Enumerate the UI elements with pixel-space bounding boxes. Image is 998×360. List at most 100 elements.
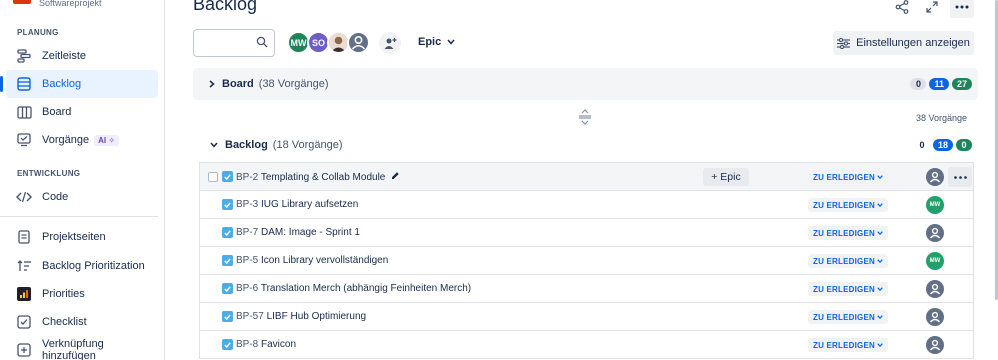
issue-key[interactable]: BP-7 xyxy=(236,227,258,238)
status-dropdown[interactable]: ZU ERLEDIGEN xyxy=(808,198,888,212)
status-label: ZU ERLEDIGEN xyxy=(813,312,875,322)
status-dropdown[interactable]: ZU ERLEDIGEN xyxy=(808,226,888,240)
fullscreen-button[interactable] xyxy=(920,0,944,18)
unassigned-avatar[interactable] xyxy=(926,224,944,242)
issue-summary[interactable]: IUG Library aufsetzen xyxy=(261,199,358,210)
task-icon xyxy=(222,339,233,350)
add-people-button[interactable] xyxy=(379,32,401,54)
assignee-avatar[interactable]: MW xyxy=(926,196,944,214)
task-icon xyxy=(222,199,233,210)
sidebar-item-label: Zeitleiste xyxy=(42,50,87,62)
unassigned-avatar[interactable] xyxy=(926,336,944,354)
add-epic-button[interactable]: + Epic xyxy=(703,168,749,186)
issue-key[interactable]: BP-8 xyxy=(236,339,258,350)
task-icon xyxy=(222,227,233,238)
board-title: Board xyxy=(222,78,254,90)
issue-summary[interactable]: Templating & Collab Module xyxy=(261,172,386,183)
chevron-down-icon xyxy=(877,287,883,291)
issue-summary[interactable]: Icon Library vervollständigen xyxy=(261,255,388,266)
backlog-count: (18 Vorgänge) xyxy=(272,139,343,151)
issues-icon xyxy=(16,132,32,148)
unassigned-avatar[interactable] xyxy=(926,280,944,298)
issue-key[interactable]: BP-6 xyxy=(236,283,258,294)
sidebar-item-add-link[interactable]: Verknüpfung hinzufügen xyxy=(6,336,158,360)
issue-summary[interactable]: Translation Merch (abhängig Feinheiten M… xyxy=(261,283,471,294)
more-icon xyxy=(953,175,967,179)
issue-key[interactable]: BP-5 xyxy=(236,255,258,266)
view-settings-button[interactable]: Einstellungen anzeigen xyxy=(833,31,974,55)
issue-summary[interactable]: DAM: Image - Sprint 1 xyxy=(261,227,360,238)
issue-summary[interactable]: Favicon xyxy=(261,339,296,350)
sidebar-item-label: Board xyxy=(42,106,72,118)
task-icon xyxy=(222,283,233,294)
avatar-filter: MW SO xyxy=(287,31,370,54)
issue-key[interactable]: BP-3 xyxy=(236,199,258,210)
backlog-icon xyxy=(16,76,32,92)
status-label: ZU ERLEDIGEN xyxy=(813,256,875,266)
issue-key-and-summary: BP-8 Favicon xyxy=(236,339,296,350)
issue-row[interactable]: BP-2 Templating & Collab Module + Epic ZU … xyxy=(200,163,973,191)
backlog-section-header[interactable]: Backlog (18 Vorgänge) xyxy=(210,139,343,151)
avatar-unassigned[interactable] xyxy=(347,31,370,54)
sidebar: Softwareprojekt PLANUNG Zeitleiste Backl… xyxy=(0,0,165,360)
sidebar-item-code[interactable]: Code xyxy=(6,183,158,211)
sidebar-item-timeline[interactable]: Zeitleiste xyxy=(6,42,158,70)
issue-row[interactable]: BP-8 Favicon ZU ERLEDIGEN xyxy=(200,331,973,359)
total-issue-count: 38 Vorgänge xyxy=(915,113,967,123)
board-section-header[interactable]: Board (38 Vorgänge) 0 11 27 xyxy=(193,68,978,100)
count-todo: 0 xyxy=(913,139,930,151)
sidebar-item-checklist[interactable]: Checklist xyxy=(6,308,158,336)
epic-filter-dropdown[interactable]: Epic xyxy=(418,36,455,48)
chevron-down-icon xyxy=(877,259,883,263)
priorities-icon xyxy=(16,286,32,302)
more-actions-button[interactable] xyxy=(950,0,974,18)
status-dropdown[interactable]: ZU ERLEDIGEN xyxy=(808,338,888,352)
sidebar-item-label: Backlog xyxy=(42,78,82,90)
sidebar-item-backlog-prioritization[interactable]: Backlog Prioritization xyxy=(6,252,158,280)
issue-row[interactable]: BP-7 DAM: Image - Sprint 1 ZU ERLEDIGEN xyxy=(200,219,973,247)
backlog-title: Backlog xyxy=(225,139,268,151)
assignee-avatar[interactable]: MW xyxy=(926,252,944,270)
row-more-button[interactable] xyxy=(948,167,972,187)
status-label: ZU ERLEDIGEN xyxy=(813,284,875,294)
issue-row[interactable]: BP-3 IUG Library aufsetzen ZU ERLEDIGEN MW xyxy=(200,191,973,219)
resize-handle[interactable] xyxy=(578,109,592,128)
issue-key[interactable]: BP-2 xyxy=(236,172,258,183)
backlog-status-counts: 0 18 0 xyxy=(913,139,972,151)
status-dropdown[interactable]: ZU ERLEDIGEN xyxy=(808,170,888,184)
sidebar-item-board[interactable]: Board xyxy=(6,98,158,126)
sidebar-item-backlog[interactable]: Backlog xyxy=(0,70,158,98)
share-icon xyxy=(895,0,909,14)
share-button[interactable] xyxy=(890,0,914,18)
task-icon xyxy=(222,255,233,266)
status-dropdown[interactable]: ZU ERLEDIGEN xyxy=(808,254,888,268)
task-icon xyxy=(222,171,233,182)
issue-summary[interactable]: LIBF Hub Optimierung xyxy=(267,311,367,322)
sidebar-item-label: Backlog Prioritization xyxy=(42,260,145,272)
count-todo: 0 xyxy=(910,78,927,90)
status-dropdown[interactable]: ZU ERLEDIGEN xyxy=(808,310,888,324)
pencil-icon[interactable] xyxy=(391,171,400,183)
sidebar-item-issues[interactable]: Vorgänge AI ✧ xyxy=(6,126,158,154)
count-in-progress: 11 xyxy=(929,78,949,90)
expand-icon xyxy=(926,1,938,13)
issue-row[interactable]: BP-5 Icon Library vervollständigen ZU ERL… xyxy=(200,247,973,275)
search-input[interactable] xyxy=(193,29,275,57)
status-label: ZU ERLEDIGEN xyxy=(813,228,875,238)
issue-row[interactable]: BP-57 LIBF Hub Optimierung ZU ERLEDIGEN xyxy=(200,303,973,331)
row-select-checkbox[interactable] xyxy=(208,171,218,182)
count-done: 27 xyxy=(951,78,972,90)
unassigned-avatar[interactable] xyxy=(926,308,944,326)
unassigned-avatar[interactable] xyxy=(926,168,944,186)
status-label: ZU ERLEDIGEN xyxy=(813,172,875,182)
epic-filter-label: Epic xyxy=(418,36,442,48)
issue-key-and-summary: BP-5 Icon Library vervollständigen xyxy=(236,255,388,266)
sidebar-item-project-pages[interactable]: Projektseiten xyxy=(6,223,158,251)
status-dropdown[interactable]: ZU ERLEDIGEN xyxy=(808,282,888,296)
issue-row[interactable]: BP-6 Translation Merch (abhängig Feinhei… xyxy=(200,275,973,303)
sidebar-item-priorities[interactable]: Priorities xyxy=(6,280,158,308)
issue-key[interactable]: BP-57 xyxy=(236,311,264,322)
link-icon xyxy=(16,342,32,358)
project-logo xyxy=(13,0,31,4)
sidebar-item-label: Verknüpfung hinzufügen xyxy=(42,338,104,360)
